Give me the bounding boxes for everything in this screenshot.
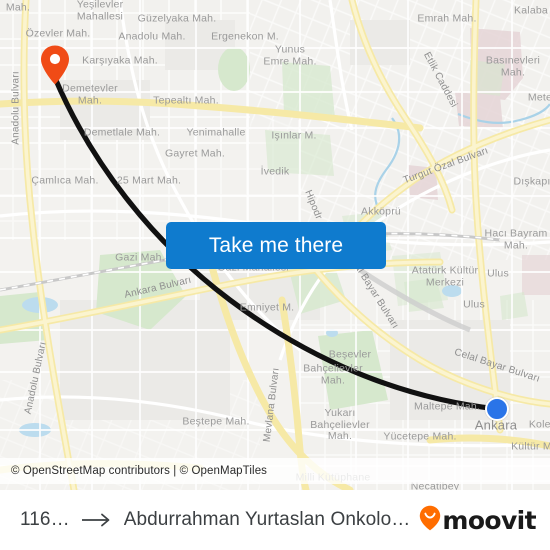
moovit-wordmark: moovit [442, 505, 536, 535]
moovit-logo[interactable]: moovit [419, 505, 537, 536]
origin-label: 116… [20, 509, 70, 530]
origin-pin[interactable] [40, 44, 70, 86]
map-canvas[interactable]: Mah. Yeşilevler Mahallesi Güzelyaka Mah. Em… [0, 0, 550, 490]
take-me-there-label: Take me there [208, 233, 344, 257]
moovit-route-screen: Mah. Yeşilevler Mahallesi Güzelyaka Mah. Em… [0, 0, 550, 550]
destination-label: Abdurrahman Yurtaslan Onkoloji Eğitim ve… [123, 509, 412, 530]
map-attribution: © OpenStreetMap contributors | © OpenMap… [0, 458, 550, 484]
destination-dot[interactable] [485, 397, 509, 421]
route-summary-bar: 116… Abdurrahman Yurtaslan Onkoloji Eğit… [0, 490, 550, 550]
arrow-right-icon [81, 513, 112, 527]
take-me-there-button[interactable]: Take me there [166, 222, 386, 269]
attribution-text: © OpenStreetMap contributors | © OpenMap… [11, 465, 268, 477]
moovit-pin-icon [419, 505, 441, 536]
